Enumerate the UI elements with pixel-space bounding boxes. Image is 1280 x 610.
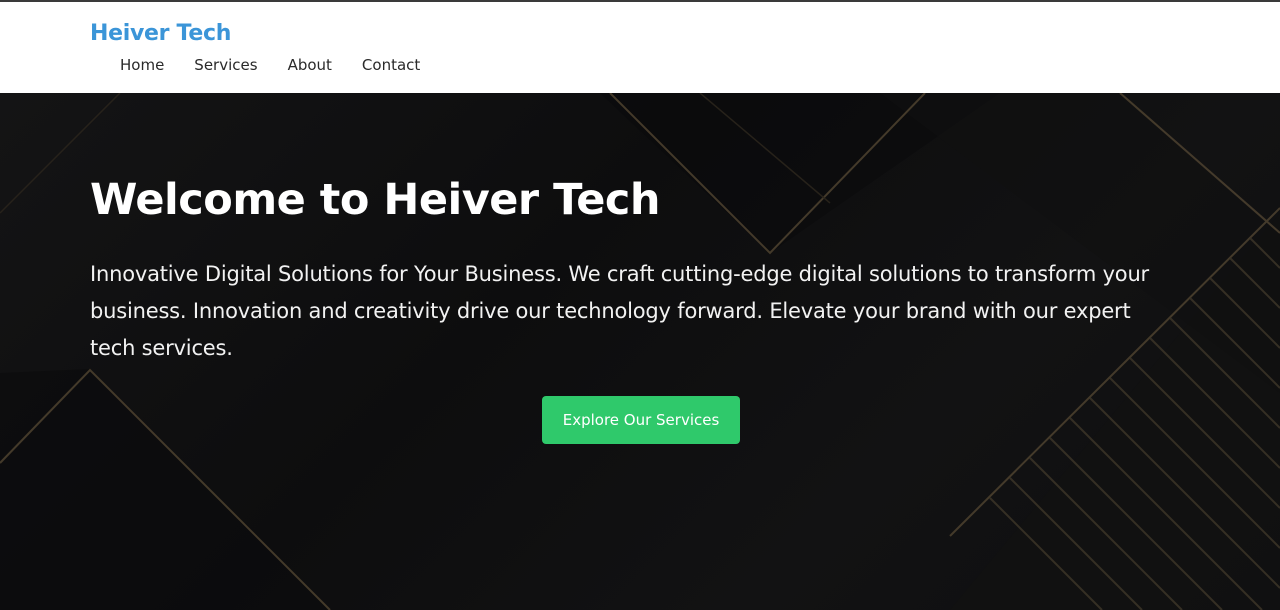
hero-description: Innovative Digital Solutions for Your Bu… [90, 262, 1149, 360]
brand-logo[interactable]: Heiver Tech [90, 21, 231, 46]
hero-title: Welcome to Heiver Tech [90, 175, 660, 225]
nav-contact-link[interactable]: Contact [362, 56, 420, 74]
site-header: Heiver Tech Home Services About Contact [0, 2, 1280, 93]
hero-section: Welcome to Heiver Tech Innovative Digita… [0, 93, 1280, 610]
explore-services-button[interactable]: Explore Our Services [542, 396, 740, 444]
nav-home-link[interactable]: Home [120, 56, 164, 74]
nav-about-link[interactable]: About [288, 56, 332, 74]
nav-services-link[interactable]: Services [194, 56, 257, 74]
main-nav: Home Services About Contact [120, 56, 450, 74]
